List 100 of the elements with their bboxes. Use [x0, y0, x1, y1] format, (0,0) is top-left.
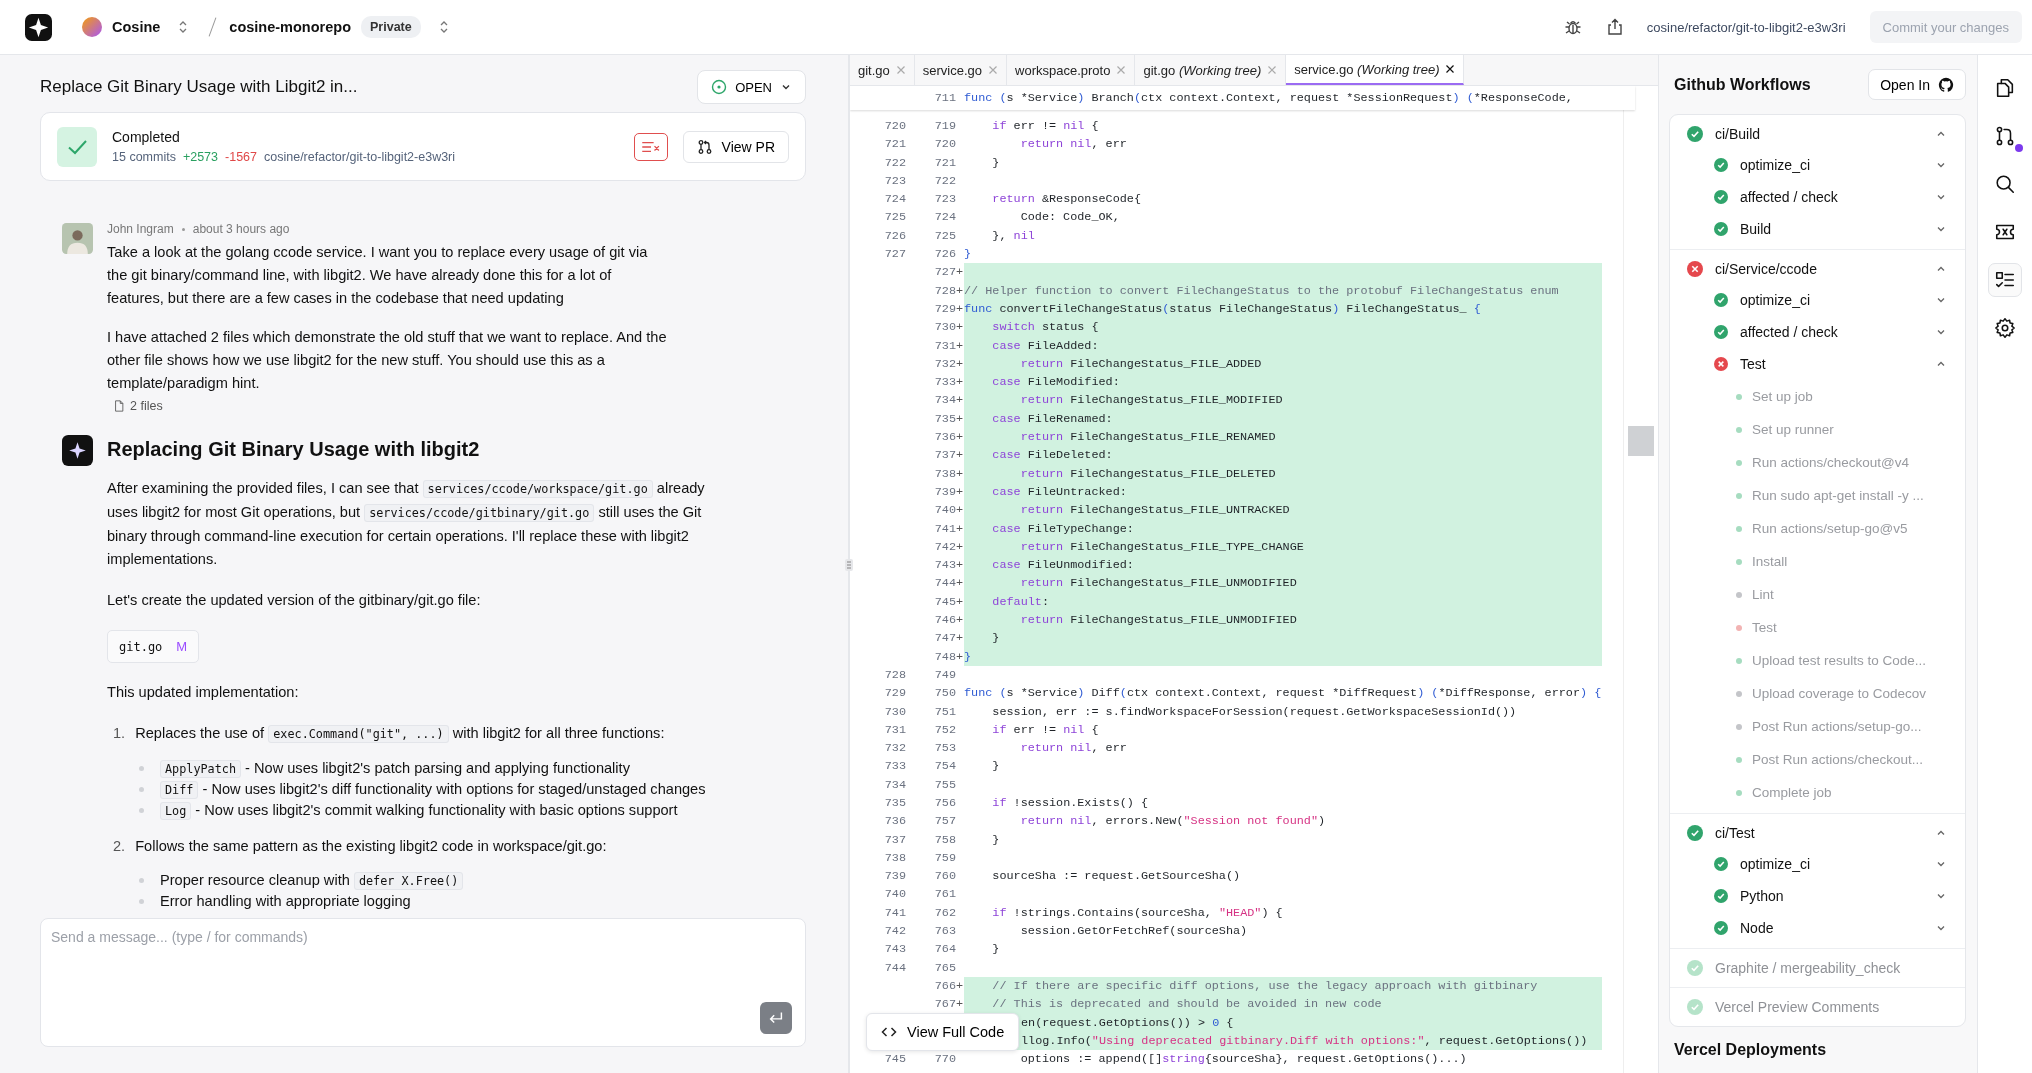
line-number: 763	[934, 924, 956, 939]
diff-marker: +	[956, 484, 964, 499]
diff-marker: +	[956, 613, 964, 627]
line-number: 744	[934, 576, 956, 591]
send-button[interactable]	[760, 1002, 792, 1034]
view-full-code-button[interactable]: View Full Code	[866, 1013, 1020, 1051]
line-number: 734	[884, 777, 906, 792]
code-line: }	[991, 942, 1000, 957]
assistant-logo-icon	[62, 435, 93, 466]
task-title: Replace Git Binary Usage with Libgit2 in...	[40, 77, 358, 97]
workflow-name[interactable]: ci/Build	[1715, 126, 1923, 142]
panel-title: Github Workflows	[1674, 75, 1811, 94]
success-icon	[1714, 190, 1728, 204]
file-tab[interactable]: service.go	[914, 55, 1008, 85]
list-number: 1.	[113, 724, 126, 743]
success-icon	[1714, 158, 1728, 172]
file-tab[interactable]: service.go (Working tree)	[1286, 55, 1465, 85]
line-number: 726	[934, 247, 956, 262]
job-name[interactable]: Node	[1740, 920, 1923, 936]
org-avatar-icon	[82, 17, 102, 37]
open-in-button[interactable]: Open In	[1868, 69, 1966, 100]
bullet-icon	[139, 787, 144, 792]
line-number: 758	[934, 832, 956, 847]
close-icon[interactable]	[1445, 64, 1456, 74]
clear-button[interactable]	[633, 132, 668, 161]
message-input[interactable]: Send a message... (type / for commands)	[41, 919, 805, 1046]
success-icon	[1714, 921, 1728, 935]
list-item: Error handling with appropriate logging	[160, 892, 411, 911]
line-number: 711	[934, 91, 956, 105]
code-line: case FileRenamed:	[991, 411, 1113, 426]
file-tab[interactable]: git.go	[850, 55, 915, 85]
failure-icon	[1687, 261, 1703, 277]
code-line: session, err := s.findWorkspaceForSession(request.GetWorkspaceSessionId())	[991, 704, 1517, 719]
additions-count: +2573	[182, 150, 218, 164]
deletions-count: -1567	[225, 150, 257, 164]
code-line: default:	[991, 594, 1049, 609]
status-dropdown[interactable]: OPEN	[697, 70, 806, 104]
success-icon	[1714, 857, 1728, 871]
line-number: 724	[884, 192, 906, 207]
success-icon	[1687, 126, 1703, 142]
line-number: 767	[934, 997, 956, 1012]
check-icon	[57, 126, 97, 167]
diff-marker: +	[956, 576, 964, 591]
logo-icon[interactable]	[25, 13, 52, 41]
resize-handle[interactable]	[845, 559, 853, 571]
line-number: 740	[884, 887, 906, 902]
line-number: 760	[934, 869, 956, 884]
repo-name[interactable]: cosine-monorepo	[229, 19, 351, 35]
line-number: 729	[934, 301, 956, 316]
diff-marker: +	[956, 283, 964, 298]
job-name[interactable]: Test	[1740, 356, 1923, 372]
diff-marker: +	[956, 430, 964, 445]
line-number: 733	[934, 375, 956, 390]
branch-name: cosine/refactor/git-to-libgit2-e3w3ri	[264, 150, 456, 164]
success-icon	[1714, 293, 1728, 307]
list-item: Proper resource cleanup with defer X.Free()	[160, 870, 464, 891]
success-icon	[1687, 999, 1703, 1015]
file-tab[interactable]: workspace.proto	[1007, 55, 1136, 85]
success-icon	[1714, 889, 1728, 903]
sidebar-button[interactable]	[1988, 263, 2022, 297]
diff-marker: +	[956, 978, 964, 993]
line-number: 757	[934, 814, 956, 829]
workflow-name[interactable]: ci/Test	[1715, 825, 1923, 841]
job-name[interactable]: Python	[1740, 888, 1923, 904]
settings-icon	[1994, 317, 2016, 339]
file-chip[interactable]: git.go M	[107, 630, 200, 663]
code-line: session.GetOrFetchRef(sourceSha)	[1019, 924, 1248, 939]
org-name[interactable]: Cosine	[112, 19, 161, 35]
commit-count: 15 commits	[112, 150, 176, 164]
workflow-name[interactable]: ci/Service/ccode	[1715, 261, 1923, 277]
line-number: 743	[884, 942, 906, 957]
view-pr-button[interactable]: View PR	[682, 130, 789, 163]
line-number: 721	[884, 137, 906, 152]
attachment-count[interactable]: 2 files	[130, 399, 163, 413]
job-name[interactable]: Build	[1740, 221, 1923, 237]
diff-marker: +	[956, 539, 964, 554]
code-line: switch status {	[991, 320, 1099, 335]
code-line: return nil, err	[1019, 137, 1127, 152]
diff-marker: +	[956, 320, 964, 335]
list-item: Replaces the use of exec.Command("git", ...) with libgit2 for all three functions:	[135, 724, 665, 745]
scrollbar-thumb[interactable]	[1628, 426, 1654, 456]
line-number: 741	[884, 905, 906, 920]
updown-chevron-icon[interactable]	[178, 20, 189, 34]
line-number: 738	[884, 850, 906, 865]
list-item: Log - Now uses libgit2's commit walking functionality with basic options support	[160, 800, 678, 821]
line-number: 719	[934, 119, 956, 133]
list-item: ApplyPatch - Now uses libgit2's patch parsing and applying functionality	[160, 758, 630, 779]
code-line: return FileChangeStatus_FILE_RENAMED	[1019, 430, 1276, 445]
line-number: 741	[934, 521, 956, 536]
job-name[interactable]: affected / check	[1740, 189, 1923, 205]
bullet-icon	[139, 808, 144, 813]
job-name[interactable]: affected / check	[1740, 324, 1923, 340]
line-number: 723	[884, 173, 906, 188]
job-name[interactable]: optimize_ci	[1740, 292, 1923, 308]
job-name[interactable]: optimize_ci	[1740, 157, 1923, 173]
updown-chevron-icon[interactable]	[438, 20, 449, 34]
cat-logo-icon	[1938, 76, 1954, 93]
code-line: func (s *Service) Branch(ctx context.Context, request *SessionRequest) (*ResponseCode,	[964, 91, 1573, 105]
job-name[interactable]: optimize_ci	[1740, 856, 1923, 872]
list-item: Diff - Now uses libgit2's diff functionality with options for staged/unstaged changes	[160, 779, 706, 800]
